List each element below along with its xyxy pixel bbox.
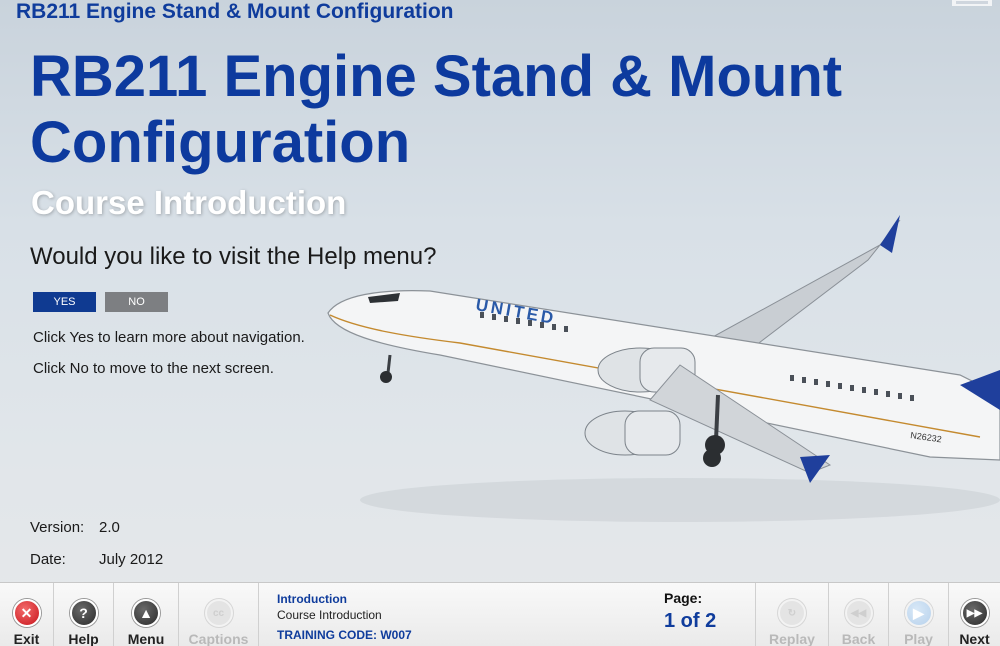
- help-button[interactable]: ? Help: [54, 583, 114, 646]
- hint-no: Click No to move to the next screen.: [33, 360, 274, 377]
- header-title: RB211 Engine Stand & Mount Configuration: [16, 0, 454, 23]
- menu-label: Menu: [127, 631, 165, 646]
- fast-forward-icon: ▶▶: [960, 599, 989, 627]
- next-button[interactable]: ▶▶ Next: [949, 583, 1000, 646]
- play-button[interactable]: ▶ Play: [889, 583, 949, 646]
- back-button[interactable]: ◀◀ Back: [829, 583, 889, 646]
- section-name: Introduction: [277, 592, 347, 606]
- training-code: TRAINING CODE: W007: [277, 628, 412, 642]
- exit-button[interactable]: ✕ Exit: [0, 583, 54, 646]
- next-label: Next: [959, 631, 990, 646]
- screen-name: Course Introduction: [277, 608, 382, 622]
- date-value: July 2012: [99, 551, 164, 568]
- version-label: Version:: [30, 519, 85, 536]
- version-value: 2.0: [99, 519, 120, 536]
- replay-label: Replay: [769, 631, 815, 646]
- play-label: Play: [904, 631, 933, 646]
- close-icon: ✕: [12, 599, 41, 627]
- replay-button[interactable]: ↻ Replay: [755, 583, 829, 646]
- rewind-icon: ◀◀: [844, 599, 873, 627]
- captions-label: Captions: [188, 631, 249, 646]
- player-toolbar: ✕ Exit ? Help ▲ Menu cc Captions ↻ Repla…: [0, 582, 1000, 646]
- page-counter: 1 of 2: [664, 610, 717, 632]
- play-icon: ▶: [904, 599, 933, 627]
- captions-icon: cc: [204, 599, 233, 627]
- back-label: Back: [841, 631, 876, 646]
- airplane-image: UNITED N26232: [327, 215, 1000, 522]
- hint-yes: Click Yes to learn more about navigation…: [33, 329, 305, 346]
- replay-icon: ↻: [778, 599, 806, 627]
- yes-button[interactable]: YES: [33, 292, 96, 312]
- date-label: Date:: [30, 551, 66, 568]
- arrow-up-icon: ▲: [132, 599, 160, 627]
- course-subtitle: Course Introduction: [31, 184, 347, 221]
- page-label: Page:: [664, 590, 703, 606]
- no-button[interactable]: NO: [105, 292, 168, 312]
- captions-button[interactable]: cc Captions: [179, 583, 259, 646]
- exit-label: Exit: [13, 631, 40, 646]
- help-label: Help: [68, 631, 99, 646]
- question-icon: ?: [69, 599, 98, 627]
- menu-button[interactable]: ▲ Menu: [114, 583, 179, 646]
- logo-icon: [952, 0, 992, 6]
- lesson-info: Introduction Course Introduction TRAININ…: [277, 592, 412, 642]
- course-title: RB211 Engine Stand & Mount Configuration: [30, 44, 843, 175]
